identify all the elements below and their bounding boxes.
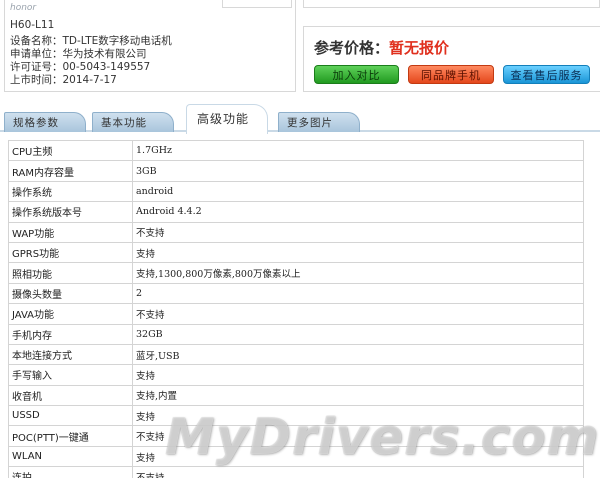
- price-line: 参考价格：暂无报价: [314, 37, 449, 58]
- spec-key: RAM内存容量: [8, 160, 133, 182]
- table-row: USSD 支持: [8, 405, 584, 427]
- spec-value: 1.7GHz: [132, 139, 584, 162]
- spec-key: 手机内存: [8, 323, 133, 345]
- table-row: 手写输入 支持: [8, 364, 584, 386]
- spec-value: 支持: [132, 364, 584, 386]
- device-info-panel: honor H60-L11 设备名称：TD-LTE数字移动电话机 申请单位：华为…: [4, 0, 296, 92]
- table-row: 收音机 支持,内置: [8, 384, 584, 407]
- tab-basic-functions[interactable]: 基本功能: [92, 112, 174, 132]
- spec-key: POC(PTT)一键通: [8, 425, 133, 447]
- spec-value: 支持,内置: [132, 384, 584, 407]
- table-row: WLAN 支持: [8, 445, 584, 468]
- spec-value: 蓝牙,USB: [132, 343, 584, 366]
- spec-key: JAVA功能: [8, 303, 133, 325]
- spec-value: 支持: [132, 241, 584, 264]
- spec-key: 操作系统版本号: [8, 201, 133, 223]
- spec-key: 摄像头数量: [8, 282, 133, 305]
- spec-key: 连拍: [8, 466, 133, 478]
- spec-value: 支持: [132, 405, 584, 427]
- table-row: JAVA功能 不支持: [8, 303, 584, 325]
- tab-specifications[interactable]: 规格参数: [4, 112, 86, 132]
- table-row: 操作系统版本号 Android 4.4.2: [8, 201, 584, 223]
- spec-key: USSD: [8, 405, 133, 427]
- spec-key: 收音机: [8, 384, 133, 407]
- view-after-sales-button[interactable]: 查看售后服务: [503, 65, 590, 84]
- spec-value: 3GB: [132, 160, 584, 182]
- thumbnail-frame: [222, 0, 292, 8]
- spec-key: CPU主频: [8, 139, 133, 162]
- tab-more-pictures[interactable]: 更多图片: [278, 112, 360, 132]
- tab-bar: 规格参数 基本功能 高级功能 更多图片: [0, 104, 600, 134]
- table-row: 照相功能 支持,1300,800万像素,800万像素以上: [8, 262, 584, 284]
- same-brand-phones-button[interactable]: 同品牌手机: [408, 65, 494, 84]
- spec-value: Android 4.4.2: [132, 201, 584, 223]
- table-row: GPRS功能 支持: [8, 241, 584, 264]
- spec-key: WAP功能: [8, 221, 133, 243]
- price-panel: 参考价格：暂无报价 加入对比 同品牌手机 查看售后服务: [303, 26, 600, 92]
- spec-value: 支持,1300,800万像素,800万像素以上: [132, 262, 584, 284]
- release-date-line: 上市时间：2014-7-17: [10, 72, 117, 87]
- spec-key: 照相功能: [8, 262, 133, 284]
- release-date-label: 上市时间：: [10, 74, 63, 86]
- spec-value: 不支持: [132, 221, 584, 243]
- table-row: WAP功能 不支持: [8, 221, 584, 243]
- table-row: 连拍不支持: [8, 466, 584, 478]
- table-row: 操作系统 android: [8, 180, 584, 203]
- spec-value: android: [132, 180, 584, 203]
- table-row: CPU主频 1.7GHz: [8, 139, 584, 162]
- price-label: 参考价格：: [314, 39, 390, 57]
- table-row: 手机内存 32GB: [8, 323, 584, 345]
- brand-logo-text: honor: [10, 3, 37, 13]
- add-to-compare-button[interactable]: 加入对比: [314, 65, 399, 84]
- spec-value: 支持: [132, 445, 584, 468]
- spec-key: 操作系统: [8, 180, 133, 203]
- device-model: H60-L11: [10, 19, 55, 31]
- table-row: 本地连接方式 蓝牙,USB: [8, 343, 584, 366]
- spec-value: 不支持: [132, 425, 584, 447]
- spec-value: 2: [132, 282, 584, 305]
- spec-key: 本地连接方式: [8, 343, 133, 366]
- spec-key: GPRS功能: [8, 241, 133, 264]
- spec-key: WLAN: [8, 445, 133, 468]
- price-value: 暂无报价: [389, 39, 450, 57]
- spec-table: CPU主频 1.7GHz RAM内存容量 3GB 操作系统 android 操作系统版本号 A…: [8, 139, 584, 478]
- spec-value: 32GB: [132, 323, 584, 345]
- top-right-frame: [303, 0, 600, 8]
- release-date-value: 2014-7-17: [62, 74, 117, 86]
- table-row: RAM内存容量 3GB: [8, 160, 584, 182]
- spec-value: 不支持: [132, 466, 584, 478]
- tab-advanced-functions[interactable]: 高级功能: [186, 104, 268, 134]
- table-row: 摄像头数量 2: [8, 282, 584, 305]
- table-row: POC(PTT)一键通 不支持: [8, 425, 584, 447]
- spec-value: 不支持: [132, 303, 584, 325]
- spec-key: 手写输入: [8, 364, 133, 386]
